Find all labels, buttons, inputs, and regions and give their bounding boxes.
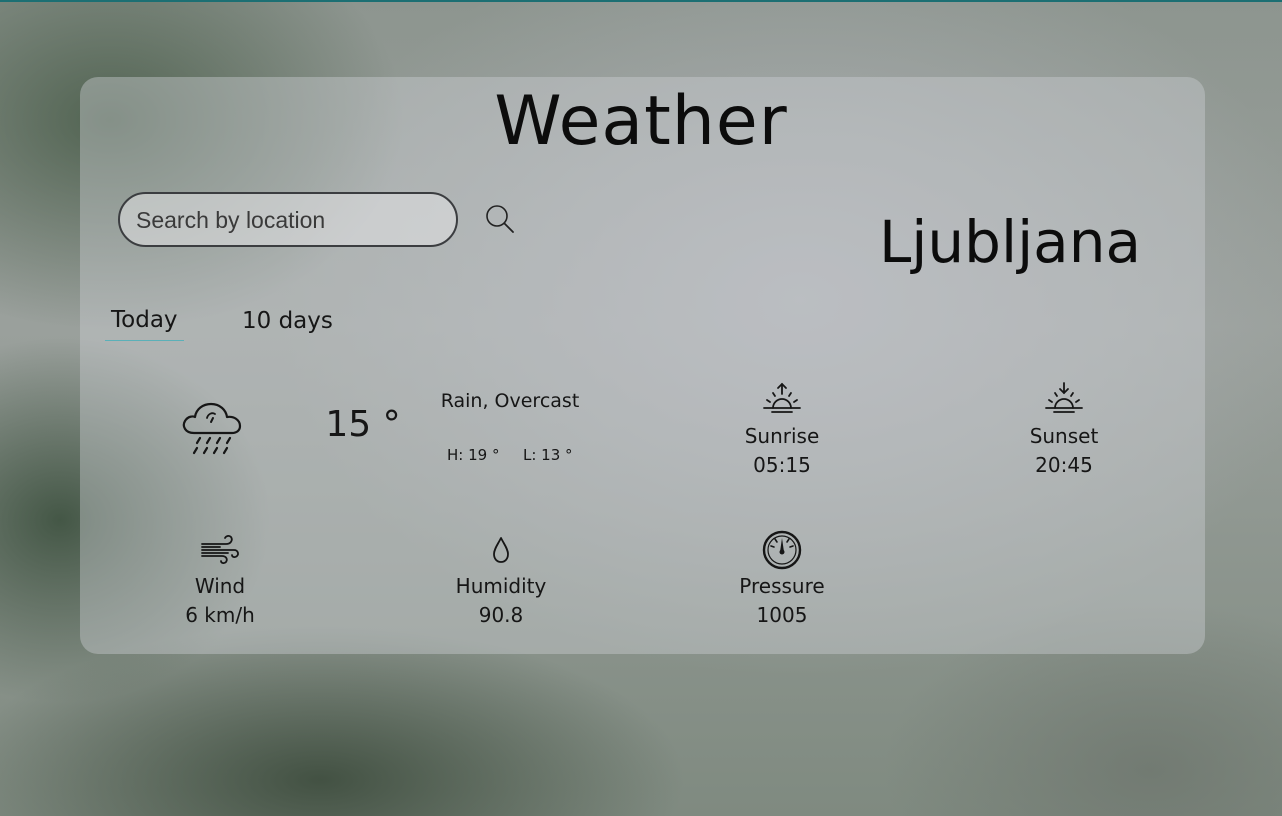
city-name: Ljubljana (878, 208, 1142, 276)
pressure-value: 1005 (756, 603, 808, 627)
search-button[interactable] (484, 203, 516, 235)
rain-cloud-icon (182, 402, 242, 455)
droplet-icon (493, 537, 509, 563)
sunset-icon (1045, 382, 1083, 413)
search-icon (486, 205, 514, 233)
weather-card (80, 77, 1205, 654)
humidity-label: Humidity (455, 574, 547, 598)
tab-today[interactable]: Today (105, 300, 184, 341)
top-accent-bar (0, 0, 1282, 2)
high-temperature: H: 19 ° (447, 446, 500, 464)
pressure-label: Pressure (739, 574, 825, 598)
sunrise-value: 05:15 (753, 453, 811, 477)
wind-icon (201, 535, 239, 564)
sunrise-label: Sunrise (744, 424, 820, 448)
sunset-label: Sunset (1029, 424, 1099, 448)
sunrise-icon (763, 382, 801, 413)
wind-label: Wind (194, 574, 246, 598)
search-input[interactable] (134, 194, 448, 247)
search-box (118, 192, 458, 247)
humidity-value: 90.8 (478, 603, 524, 627)
tab-10-days[interactable]: 10 days (236, 301, 339, 341)
sunset-value: 20:45 (1035, 453, 1093, 477)
app-title: Weather (494, 82, 788, 161)
low-temperature: L: 13 ° (523, 446, 573, 464)
wind-value: 6 km/h (185, 603, 255, 627)
current-temperature: 15 ° (325, 404, 401, 445)
gauge-icon (762, 530, 802, 570)
condition-text: Rain, Overcast (440, 390, 580, 412)
